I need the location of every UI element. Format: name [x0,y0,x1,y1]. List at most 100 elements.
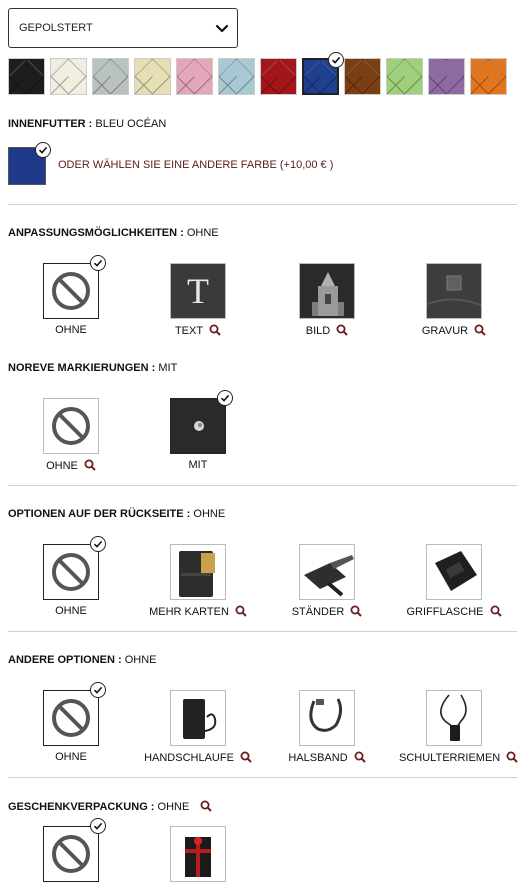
quilt-pattern [219,59,254,94]
quilt-pattern [135,59,170,94]
quilt-pattern [177,59,212,94]
zoom-icon[interactable] [235,605,247,617]
quilt-pattern [9,59,44,94]
marks-option-with[interactable]: MIT [143,390,253,488]
zoom-icon[interactable] [240,751,252,763]
color-swatch[interactable] [428,58,465,95]
shoulder-strap-image-icon [440,694,467,741]
back-option-none[interactable]: OHNE [16,536,126,634]
gift-option-none[interactable] [16,818,126,889]
quilt-pattern [51,59,86,94]
custom-option-engraving[interactable]: GRAVUR [399,263,509,353]
other-lining-color-link[interactable]: ODER WÄHLEN SIE EINE ANDERE FARBE (+10,0… [58,159,333,171]
option-caption: OHNE [55,751,87,763]
other-value: OHNE [124,654,157,666]
finish-select-value: GEPOLSTERT [19,22,93,34]
custom-value: OHNE [186,227,219,239]
selected-check-icon [217,390,233,406]
engraving-image-icon [427,264,481,318]
color-swatch[interactable] [176,58,213,95]
selected-check-icon [90,682,106,698]
back-label: OPTIONEN AUF DER RÜCKSEITE : [8,508,194,520]
option-thumbnail [426,690,482,746]
zoom-icon[interactable] [200,800,213,812]
stand-image-icon [304,555,354,597]
zoom-icon[interactable] [506,751,518,763]
finish-select[interactable]: GEPOLSTERT [8,8,238,48]
other-option-wrist-strap[interactable]: HANDSCHLAUFE [143,690,253,780]
zoom-icon[interactable] [336,324,348,336]
logo-mark-icon [171,399,225,453]
prohibited-icon [52,272,90,310]
color-swatch[interactable] [8,58,45,95]
option-thumbnail [43,263,99,319]
option-caption: MEHR KARTEN [149,606,229,618]
option-thumbnail [43,826,99,882]
back-option-more-cards[interactable]: MEHR KARTEN [143,544,253,634]
color-swatch[interactable] [92,58,129,95]
gift-label: GESCHENKVERPACKUNG : [8,801,158,813]
option-thumbnail [170,398,226,454]
color-swatch[interactable] [260,58,297,95]
quilt-pattern [471,59,506,94]
gift-value: OHNE [157,801,190,813]
option-caption: TEXT [174,325,204,337]
gift-option-box[interactable] [143,826,253,889]
lining-value: BLEU OCÉAN [95,118,167,130]
zoom-icon[interactable] [474,324,486,336]
selected-check-icon [90,818,106,834]
color-swatch[interactable] [344,58,381,95]
zoom-icon[interactable] [354,751,366,763]
divider [8,631,517,632]
other-option-shoulder-strap[interactable]: SCHULTERRIEMEN [399,690,518,780]
back-option-grip[interactable]: GRIFFLASCHE [399,544,509,634]
other-option-none[interactable]: OHNE [16,682,126,780]
zoom-icon[interactable] [350,605,362,617]
color-swatch[interactable] [50,58,87,95]
other-option-necklace[interactable]: HALSBAND [272,690,382,780]
wrist-strap-image-icon [183,699,217,739]
option-caption: OHNE [55,605,87,617]
option-thumbnail: T [170,263,226,319]
back-option-stand[interactable]: STÄNDER [272,544,382,634]
prohibited-icon [52,407,90,445]
option-thumbnail [43,544,99,600]
option-thumbnail [426,263,482,319]
quilt-pattern [261,59,296,94]
zoom-icon[interactable] [84,459,96,471]
option-caption: STÄNDER [291,606,345,618]
zoom-icon[interactable] [209,324,221,336]
other-label: ANDERE OPTIONEN : [8,654,125,666]
divider [8,485,517,486]
quilt-pattern [93,59,128,94]
quilt-pattern [345,59,380,94]
zoom-icon[interactable] [490,605,502,617]
marks-heading: NOREVE MARKIERUNGEN : MIT [8,362,177,374]
option-caption: BILD [305,325,331,337]
option-caption: HANDSCHLAUFE [144,752,234,764]
quilt-pattern [429,59,464,94]
option-caption: GRIFFLASCHE [406,606,484,618]
necklace-image-icon [309,698,343,732]
custom-option-image[interactable]: BILD [272,263,382,353]
custom-option-none[interactable]: OHNE [16,255,126,353]
custom-label: ANPASSUNGSMÖGLICHKEITEN : [8,227,187,239]
option-caption: HALSBAND [288,752,348,764]
marks-value: MIT [158,362,178,374]
color-swatch[interactable] [134,58,171,95]
option-thumbnail [170,826,226,882]
chevron-down-icon [215,24,229,33]
church-image-icon [300,264,354,318]
prohibited-icon [52,699,90,737]
color-swatch[interactable] [218,58,255,95]
marks-option-none[interactable]: OHNE [16,398,126,488]
color-swatch[interactable] [470,58,507,95]
option-caption: OHNE [55,324,87,336]
option-thumbnail [299,263,355,319]
option-thumbnail [299,544,355,600]
color-swatch[interactable] [386,58,423,95]
custom-option-text[interactable]: T TEXT [143,263,253,353]
quilt-pattern [387,59,422,94]
gift-box-image-icon [185,837,211,877]
selected-check-icon [328,52,344,68]
